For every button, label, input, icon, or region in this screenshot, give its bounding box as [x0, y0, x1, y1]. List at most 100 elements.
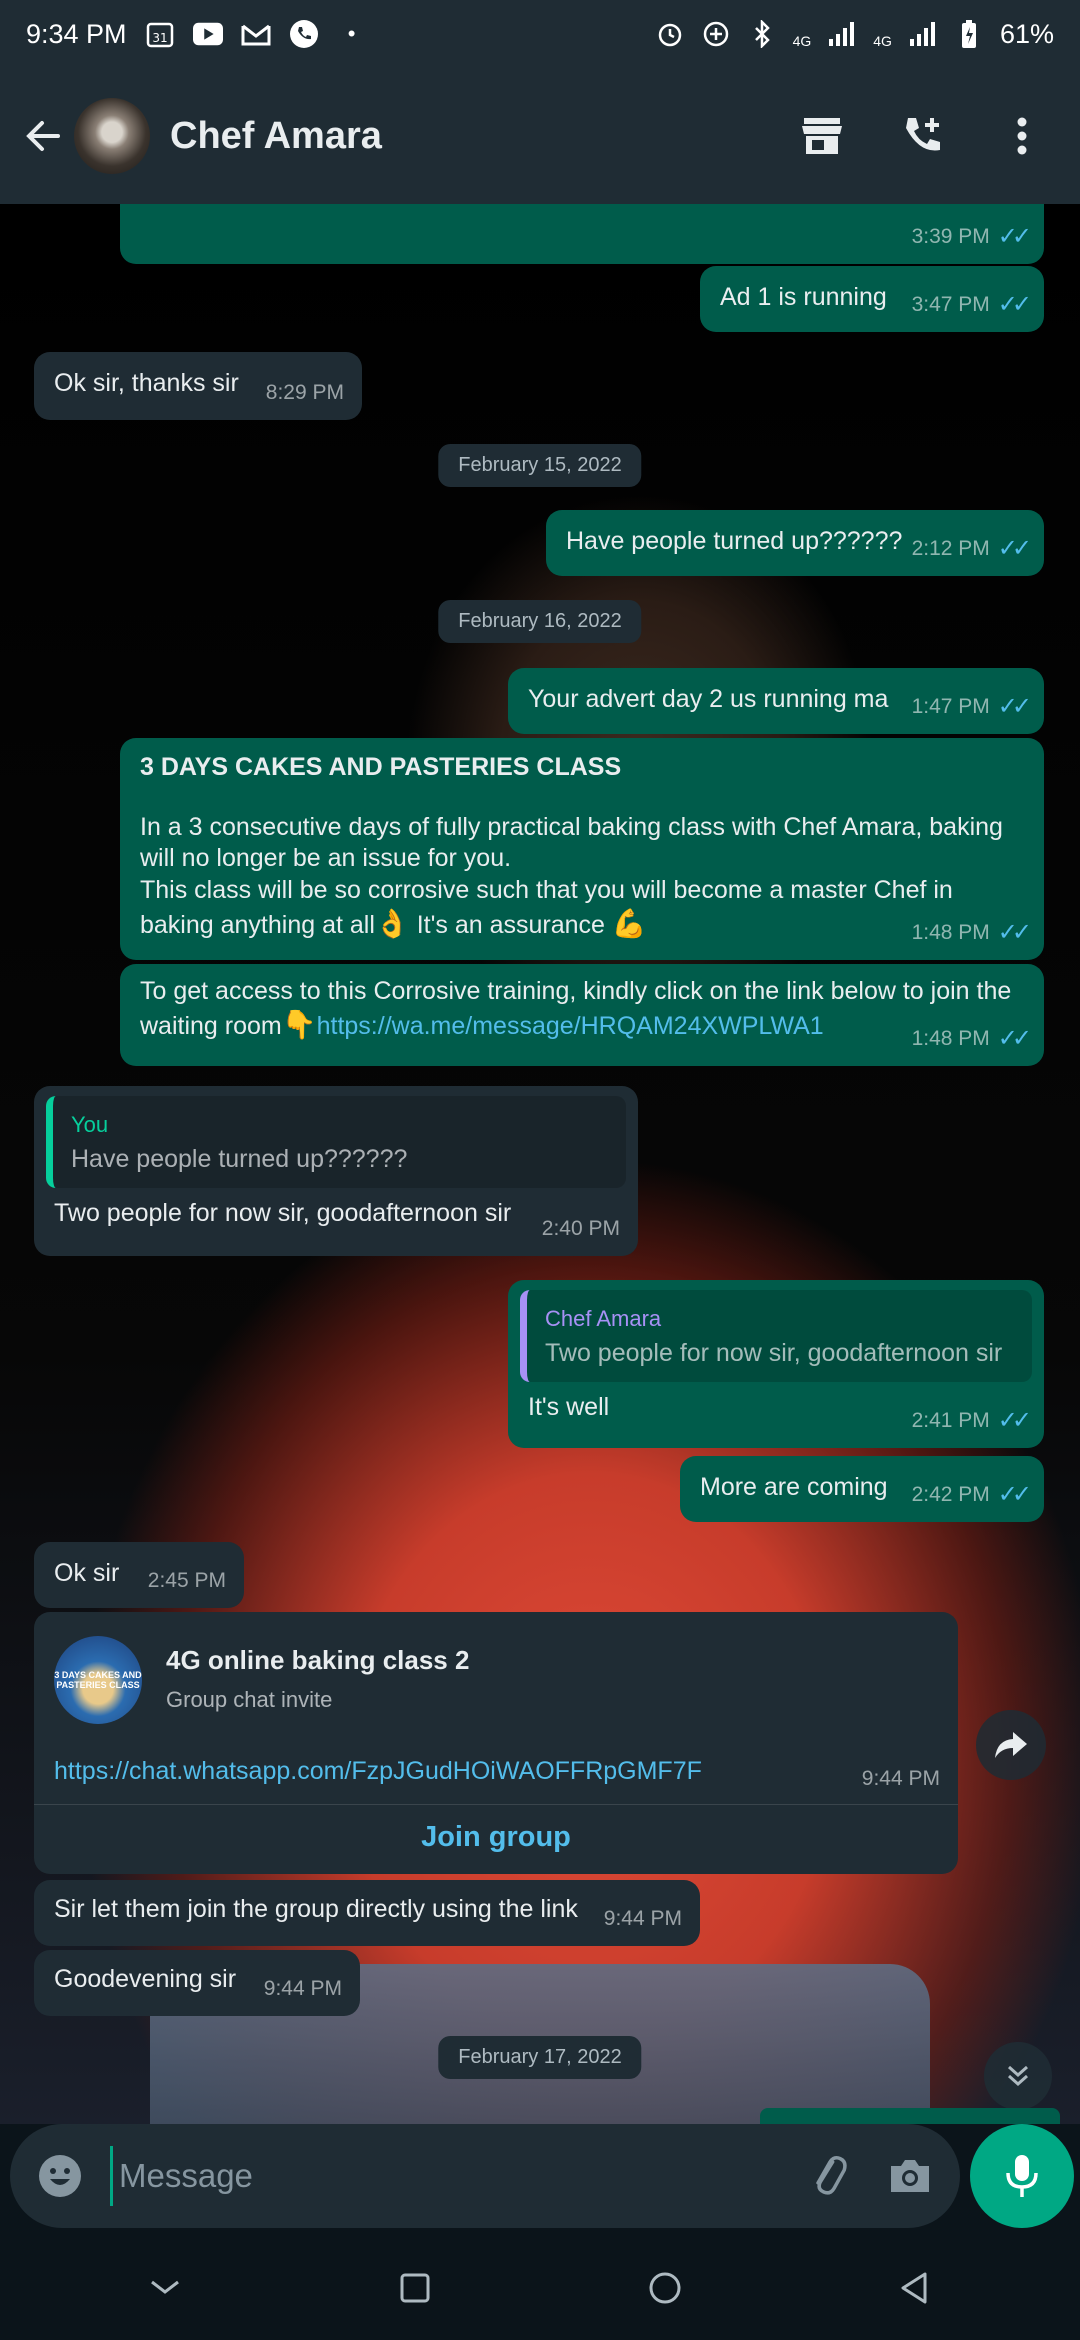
message-outgoing-reply[interactable]: Chef Amara Two people for now sir, gooda… [508, 1280, 1044, 1448]
message-text: This class will be so corrosive such tha… [140, 876, 953, 939]
nav-back-button[interactable] [885, 2258, 945, 2318]
double-check-icon: ✓✓ [997, 693, 1032, 720]
status-time: 9:34 PM [26, 18, 127, 49]
message-outgoing[interactable]: Ad 1 is running 3:47 PM ✓✓ [700, 266, 1044, 332]
message-time: 2:45 PM [147, 1569, 226, 1592]
message-text: In a 3 consecutive days of fully practic… [140, 813, 1003, 872]
message-link[interactable]: https://wa.me/message/HRQAM24XWPLWA1 [317, 1012, 824, 1040]
message-time: 2:12 PM [911, 537, 990, 560]
emoji-button[interactable] [34, 2150, 86, 2202]
scroll-down-icon [1008, 2065, 1028, 2087]
mic-icon [1006, 2155, 1038, 2197]
forward-icon [995, 1732, 1027, 1758]
date-separator: February 15, 2022 [438, 444, 642, 487]
quoted-text: Have people turned up?????? [71, 1145, 408, 1173]
invite-link[interactable]: https://chat.whatsapp.com/FzpJGudHOiWAOF… [54, 1754, 702, 1788]
calendar-icon: 31 [145, 19, 175, 49]
back-button[interactable] [18, 112, 66, 160]
attach-icon [816, 2156, 847, 2195]
system-nav-bar [0, 2236, 1080, 2340]
message-text: Sir let them join the group directly usi… [54, 1895, 578, 1923]
youtube-icon [192, 19, 223, 49]
group-thumbnail: 3 DAYS CAKES AND PASTERIES CLASS [54, 1636, 142, 1724]
message-outgoing[interactable]: 3 DAYS CAKES AND PASTERIES CLASS In a 3 … [120, 738, 1044, 960]
nav-recents-icon [400, 2273, 430, 2303]
gmail-icon [241, 19, 271, 49]
message-time: 3:39 PM [911, 225, 990, 248]
add-call-button[interactable] [898, 112, 946, 160]
divider [34, 1804, 958, 1805]
message-time: 2:42 PM [911, 1483, 990, 1506]
message-text: Ad 1 is running [720, 283, 887, 311]
signal-icon-1 [827, 19, 857, 49]
quoted-text: Two people for now sir, goodafternoon si… [545, 1339, 1003, 1367]
nav-home-icon [649, 2272, 681, 2304]
group-title: 4G online baking class 2 [166, 1645, 470, 1675]
message-incoming-reply[interactable]: You Have people turned up?????? Two peop… [34, 1086, 638, 1256]
dot-icon: • [347, 21, 356, 46]
flexed-biceps-emoji: 💪 [611, 908, 647, 939]
message-time: 1:48 PM [911, 1027, 990, 1050]
phone-status-icon [289, 19, 319, 49]
network-type-1: 4G [792, 32, 812, 49]
nav-back-icon [901, 2272, 927, 2304]
message-input[interactable] [110, 2146, 802, 2206]
message-incoming[interactable]: Ok sir, thanks sir 8:29 PM [34, 352, 362, 420]
message-outgoing[interactable]: More are coming 2:42 PM ✓✓ [680, 1456, 1044, 1522]
message-text: Goodevening sir [54, 1965, 237, 1993]
battery-icon [954, 19, 984, 49]
message-time: 3:47 PM [911, 293, 990, 316]
more-vert-icon [1017, 117, 1027, 155]
message-outgoing[interactable]: To get access to this Corrosive training… [120, 964, 1044, 1066]
message-text: Ok sir, thanks sir [54, 369, 239, 397]
shop-icon [802, 118, 842, 154]
more-options-button[interactable] [998, 112, 1046, 160]
data-saver-icon [701, 19, 731, 49]
date-separator: February 16, 2022 [438, 600, 642, 643]
group-invite-card[interactable]: 3 DAYS CAKES AND PASTERIES CLASS 4G onli… [34, 1612, 958, 1874]
message-text: Your advert day 2 us running ma [528, 685, 889, 713]
camera-button[interactable] [884, 2150, 936, 2202]
network-type-2: 4G [873, 32, 892, 49]
message-incoming[interactable]: Sir let them join the group directly usi… [34, 1880, 700, 1946]
message-text: Have people turned up?????? [566, 527, 903, 555]
forward-button[interactable] [976, 1710, 1046, 1780]
back-arrow-icon [26, 121, 60, 151]
bluetooth-icon [747, 19, 777, 49]
signal-icon-2 [908, 19, 938, 49]
group-subtitle: Group chat invite [166, 1687, 333, 1712]
message-time: 2:41 PM [911, 1409, 990, 1432]
catalog-button[interactable] [798, 112, 846, 160]
double-check-icon: ✓✓ [997, 1407, 1032, 1434]
voice-message-button[interactable] [970, 2124, 1074, 2228]
chat-area[interactable]: 3:39 PM ✓✓ Ad 1 is running 3:47 PM ✓✓ Ok s… [0, 204, 1080, 2124]
message-text: Two people for now sir, goodafternoon si… [54, 1199, 512, 1227]
message-outgoing[interactable]: Have people turned up?????? 2:12 PM ✓✓ [546, 510, 1044, 576]
nav-recents-button[interactable] [385, 2258, 445, 2318]
message-time: 9:44 PM [603, 1907, 682, 1930]
join-group-button[interactable]: Join group [34, 1820, 958, 1854]
contact-name[interactable]: Chef Amara [170, 115, 382, 158]
nav-hide-keyboard-button[interactable] [135, 2258, 195, 2318]
status-bar: 9:34 PM 31 • 4G 4G 61% [0, 0, 1080, 68]
date-separator: February 17, 2022 [438, 2036, 642, 2079]
message-text: Ok sir [54, 1559, 120, 1587]
chevron-down-icon [151, 2280, 179, 2294]
double-check-icon: ✓✓ [997, 535, 1032, 562]
message-text: More are coming [700, 1473, 888, 1501]
double-check-icon: ✓✓ [997, 1025, 1032, 1052]
nav-home-button[interactable] [635, 2258, 695, 2318]
message-incoming[interactable]: Goodevening sir 9:44 PM [34, 1950, 360, 2016]
add-call-icon [906, 118, 940, 151]
message-time: 1:47 PM [911, 695, 990, 718]
scroll-to-bottom-button[interactable] [984, 2042, 1052, 2110]
message-time: 9:44 PM [861, 1767, 940, 1790]
quoted-message[interactable]: You Have people turned up?????? [46, 1096, 626, 1188]
attach-button[interactable] [802, 2150, 854, 2202]
contact-avatar[interactable] [74, 98, 150, 174]
quoted-message[interactable]: Chef Amara Two people for now sir, gooda… [520, 1290, 1032, 1382]
double-check-icon: ✓✓ [997, 1481, 1032, 1508]
message-outgoing[interactable]: 3:39 PM ✓✓ [120, 204, 1044, 264]
message-outgoing[interactable]: Your advert day 2 us running ma 1:47 PM ✓… [508, 668, 1044, 734]
message-incoming[interactable]: Ok sir 2:45 PM [34, 1542, 244, 1608]
